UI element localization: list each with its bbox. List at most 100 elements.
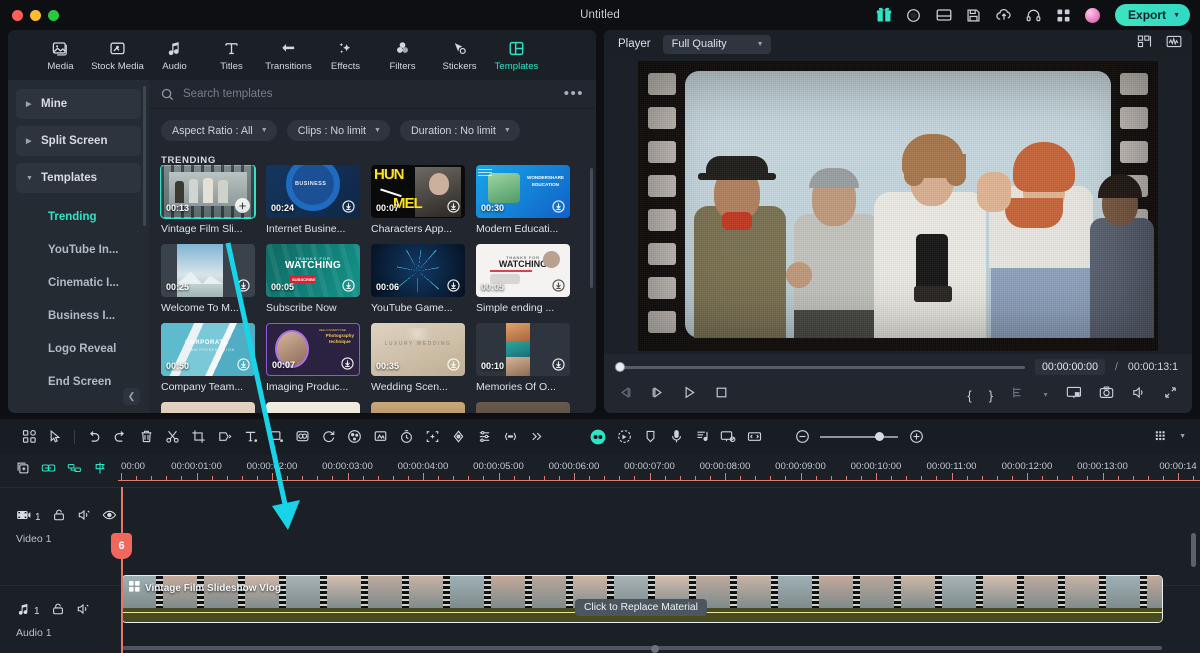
link-icon[interactable] [41,461,56,480]
shape-icon[interactable] [263,424,289,450]
template-thumbnail[interactable]: LUXURY WEDDING 00:35 [371,323,465,376]
template-card[interactable]: 00:13 + Vintage Film Sli... [160,165,256,235]
pointer-select-icon[interactable] [42,424,68,450]
chevron-down-icon[interactable]: ▼ [1173,12,1180,19]
chevron-down-icon[interactable]: ▼ [1179,433,1186,440]
timeline-ruler[interactable]: 00:00 00:00:01:00 00:00:02:00 00:00:03:00 00… [118,454,1200,487]
filter-clips[interactable]: Clips : No limit ▼ [286,120,390,141]
nav-tab-stickers[interactable]: Stickers [431,38,488,72]
save-icon[interactable] [965,7,982,24]
filter-duration[interactable]: Duration : No limit ▼ [399,120,520,141]
nav-tab-stock-media[interactable]: Stock Media [89,38,146,72]
nav-tab-templates[interactable]: Templates [488,38,545,72]
zoom-in-button[interactable] [903,424,929,450]
timeline-vscrollbar[interactable] [1191,533,1196,567]
download-icon[interactable] [447,279,460,292]
nav-tab-filters[interactable]: Filters [374,38,431,72]
more-chevrons-icon[interactable] [523,424,549,450]
template-thumbnail[interactable]: HUN MEL 00:07 [371,165,465,218]
playhead-handle[interactable]: 6 [111,533,132,559]
template-thumbnail[interactable] [266,402,360,413]
sidebar-item-youtube-intro[interactable]: YouTube In... [8,233,149,266]
download-icon[interactable] [341,357,354,370]
sidebar-group-mine[interactable]: ▶ Mine [16,89,141,119]
text-title-icon[interactable] [237,424,263,450]
undo-icon[interactable] [81,424,107,450]
stop-icon[interactable] [714,385,729,405]
video-track-icon[interactable] [16,508,31,527]
gift-icon[interactable] [875,7,892,24]
fullscreen-icon[interactable] [1163,385,1178,405]
fit-timeline-icon[interactable] [741,424,767,450]
lock-icon[interactable] [51,602,65,621]
panel-layout-icon[interactable] [935,7,952,24]
eye-visible-icon[interactable] [102,508,117,527]
template-card[interactable]: 00:25 Welcome To M... [161,244,255,314]
stabilize-icon[interactable] [367,424,393,450]
template-card[interactable]: 00:06 YouTube Game... [371,244,465,314]
chevron-left-icon[interactable]: ❮ [123,388,140,405]
marker-icon[interactable] [93,461,107,480]
template-thumbnail[interactable]: WONDERSHARE EDUCATION 00:30 [476,165,570,218]
download-icon[interactable] [552,358,565,371]
sidebar-group-templates[interactable]: ▼ Templates [16,163,141,193]
nav-tab-transitions[interactable]: Transitions [260,38,317,72]
audio-text-icon[interactable] [689,424,715,450]
template-card[interactable]: THANKS FOR WATCHING SUBSCRIBE 00:05 Subs… [266,244,360,314]
template-thumbnail[interactable]: 00:25 [161,244,255,297]
template-thumbnail[interactable]: Photography technique HELLO EVERYONE 00:0… [266,323,360,376]
mark-in-brace[interactable]: { [967,388,971,403]
template-thumbnail[interactable]: 00:13 + [160,165,256,219]
templates-scrollbar[interactable] [589,168,593,288]
zoom-slider[interactable] [820,432,898,441]
quality-select[interactable]: Full Quality ▼ [662,34,771,54]
group-icon[interactable] [67,461,82,480]
timeline-hscrollbar[interactable] [122,646,1162,650]
template-thumbnail[interactable]: THANKS FOR WATCHING SUBSCRIBE 00:05 [266,244,360,297]
sidebar-item-logo-reveal[interactable]: Logo Reveal [8,332,149,365]
rotate-icon[interactable] [315,424,341,450]
snapshot-camera-icon[interactable] [1099,385,1114,405]
color-palette-icon[interactable] [341,424,367,450]
avatar[interactable] [1085,7,1101,23]
video-preview-stage[interactable]: ▶ [604,58,1192,368]
lock-icon[interactable] [52,508,66,527]
crop-icon[interactable] [185,424,211,450]
timer-icon[interactable] [393,424,419,450]
duplicate-icon[interactable] [16,461,30,480]
adjust-sliders-icon[interactable] [471,424,497,450]
split-icon[interactable] [1010,385,1025,405]
playhead[interactable]: 6 [111,487,132,653]
chevron-down-icon[interactable]: ▼ [1042,392,1049,399]
template-thumbnail[interactable]: CORPORATE TEAM PRESENTATION 00:50 [161,323,255,376]
prev-frame-icon[interactable] [618,385,633,405]
timeline-scroll-thumb[interactable] [651,645,659,653]
download-icon[interactable] [237,358,250,371]
next-frame-icon[interactable] [650,385,665,405]
download-icon[interactable] [552,200,565,213]
sidebar-item-trending[interactable]: Trending [8,200,149,233]
seek-slider[interactable] [615,362,1025,372]
template-thumbnail[interactable]: 00:10 [476,323,570,376]
template-card[interactable]: CORPORATE TEAM PRESENTATION 00:50 Compan… [161,323,255,393]
filter-aspect-ratio[interactable]: Aspect Ratio : All ▼ [161,120,277,141]
ai-copilot-icon[interactable] [585,424,611,450]
voice-record-icon[interactable] [663,424,689,450]
volume-icon[interactable] [1131,385,1146,405]
headset-support-icon[interactable] [1025,7,1042,24]
add-template-icon[interactable]: + [235,198,250,213]
keyframe-icon[interactable] [445,424,471,450]
track-manager-icon[interactable] [1147,424,1173,450]
sidebar-group-split-screen[interactable]: ▶ Split Screen [16,126,141,156]
redo-icon[interactable] [107,424,133,450]
template-thumbnail[interactable]: THANKS FOR WATCHING 00:05 [476,244,570,297]
template-card[interactable]: LUXURY WEDDING 00:35 Wedding Scen... [371,323,465,393]
template-card[interactable]: WONDERSHARE EDUCATION 00:30 Modern Educat… [476,165,570,235]
nav-tab-audio[interactable]: Audio [146,38,203,72]
template-card[interactable] [371,402,465,413]
mute-icon[interactable] [76,602,90,621]
apps-grid-icon[interactable] [1055,7,1072,24]
more-dots-icon[interactable]: ••• [564,86,584,101]
mark-out-brace[interactable]: } [989,388,993,403]
template-thumbnail[interactable]: BUSINESS 00:24 [266,165,360,218]
